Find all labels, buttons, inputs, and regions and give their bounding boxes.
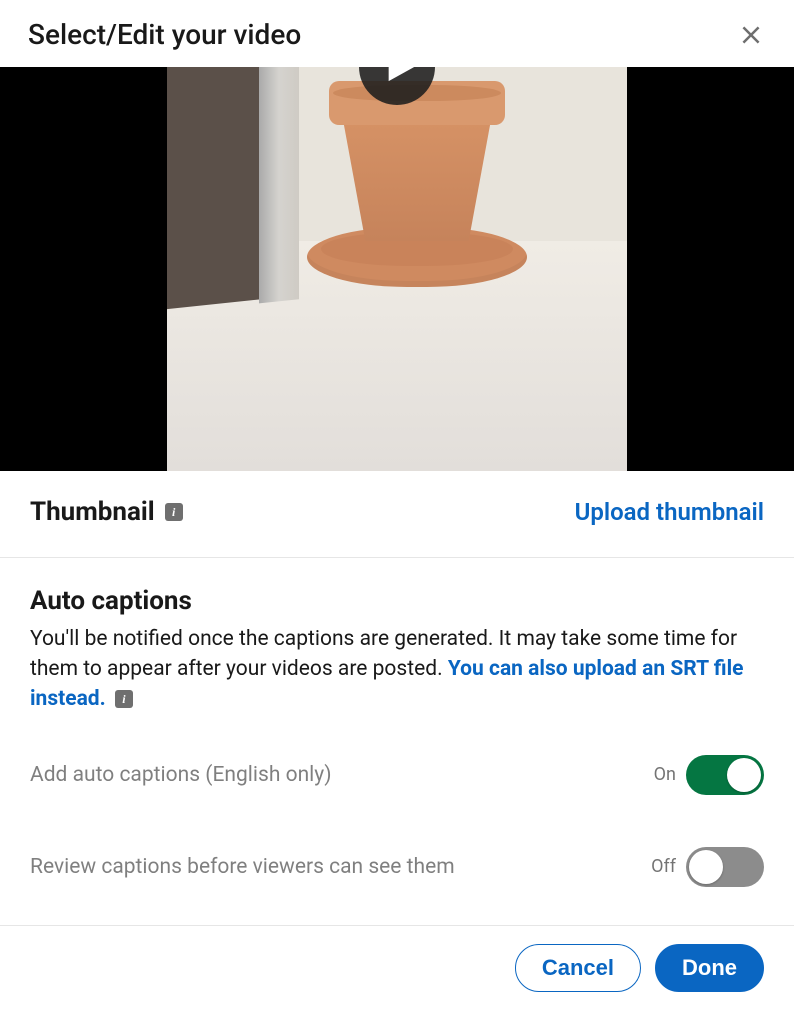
auto-captions-section: Auto captions You'll be notified once th… (0, 558, 794, 926)
upload-thumbnail-link[interactable]: Upload thumbnail (575, 498, 764, 526)
auto-captions-title: Auto captions (30, 586, 764, 616)
close-icon (738, 22, 764, 48)
done-button[interactable]: Done (655, 944, 764, 992)
video-still-pot (329, 75, 505, 245)
add-auto-captions-state: On (654, 764, 676, 785)
dialog-footer: Cancel Done (0, 926, 794, 992)
add-auto-captions-row: Add auto captions (English only) On (30, 755, 764, 795)
close-button[interactable] (736, 20, 766, 50)
add-auto-captions-label: Add auto captions (English only) (30, 763, 332, 787)
info-icon[interactable]: i (115, 690, 133, 708)
dialog-header: Select/Edit your video (0, 0, 794, 67)
dialog-title: Select/Edit your video (28, 18, 301, 51)
video-frame[interactable] (167, 67, 627, 471)
auto-captions-description: You'll be notified once the captions are… (30, 624, 764, 715)
thumbnail-label-group: Thumbnail i (30, 497, 183, 527)
cancel-button[interactable]: Cancel (515, 944, 641, 992)
review-captions-row: Review captions before viewers can see t… (30, 847, 764, 887)
review-captions-label: Review captions before viewers can see t… (30, 855, 455, 879)
thumbnail-label: Thumbnail (30, 497, 155, 527)
review-captions-toggle[interactable] (686, 847, 764, 887)
video-still-window (167, 67, 287, 318)
video-preview-area (0, 67, 794, 471)
add-auto-captions-toggle[interactable] (686, 755, 764, 795)
review-captions-state: Off (651, 856, 676, 877)
thumbnail-section: Thumbnail i Upload thumbnail (0, 471, 794, 558)
play-icon (383, 67, 417, 84)
info-icon[interactable]: i (165, 503, 183, 521)
